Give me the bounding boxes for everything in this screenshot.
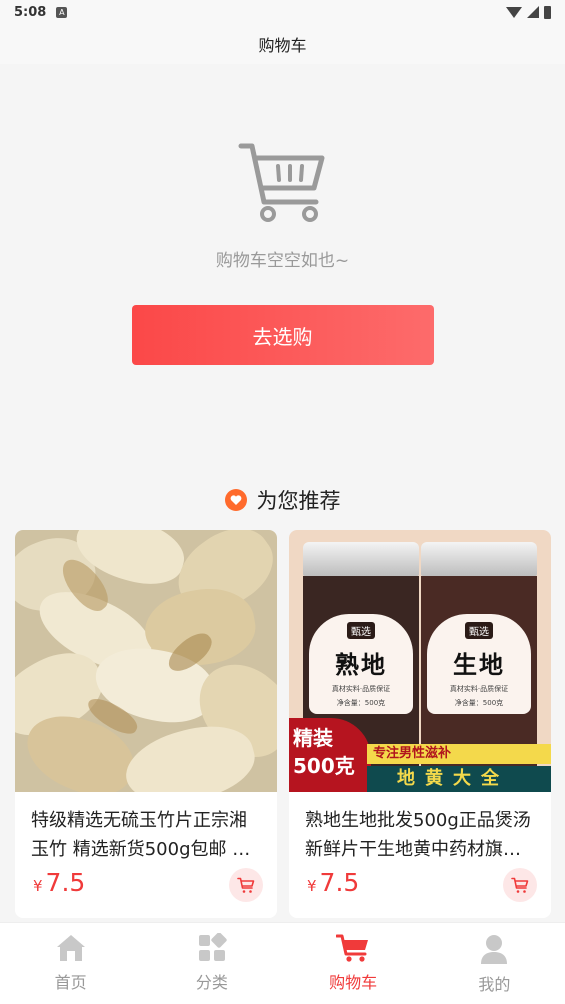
jar-weight: 净含量：500克 <box>454 699 504 707</box>
jar-tag: 甄选 <box>347 622 375 639</box>
add-to-cart-button[interactable] <box>229 868 263 902</box>
jar-name: 生地 <box>453 651 505 679</box>
promo-badge: 精装 500克 <box>289 718 371 792</box>
recommend-title: 为您推荐 <box>0 484 565 516</box>
recommend-list: 特级精选无硫玉竹片正宗湘玉竹 精选新货500g包邮 … ¥ 7.5 甄选 熟地 <box>15 530 551 918</box>
status-indicators <box>506 5 551 19</box>
nav-mine-label: 我的 <box>478 975 511 994</box>
product-price: ¥ 7.5 <box>33 868 85 897</box>
heart-icon <box>224 489 247 511</box>
product-card[interactable]: 甄选 熟地 真材实料·品质保证 净含量：500克 甄选 生地 真材实料·品质保证… <box>289 530 551 918</box>
page-title: 购物车 <box>258 36 307 55</box>
user-icon <box>481 935 508 964</box>
promo-badge-line1: 精装 <box>293 726 333 750</box>
product-image <box>15 530 277 792</box>
jar-name: 熟地 <box>335 651 387 679</box>
bottom-nav: 首页 分类 购物车 我的 <box>0 922 565 1004</box>
jar-weight: 净含量：500克 <box>336 699 386 707</box>
category-icon <box>198 933 227 961</box>
price-currency: ¥ <box>33 877 43 895</box>
status-time: 5:08 <box>14 4 47 20</box>
cart-icon <box>336 934 369 962</box>
empty-cart-icon <box>238 143 324 222</box>
go-shopping-button[interactable]: 去选购 <box>131 305 434 365</box>
nav-category[interactable]: 分类 <box>141 923 282 1004</box>
promo-strip-teal: 地黄大全 <box>367 766 551 792</box>
product-price: ¥ 7.5 <box>307 868 359 897</box>
cart-icon <box>511 877 529 893</box>
recommend-title-text: 为您推荐 <box>256 489 341 513</box>
promo-badge-line2: 500克 <box>293 754 355 778</box>
home-icon <box>56 935 85 961</box>
product-card[interactable]: 特级精选无硫玉竹片正宗湘玉竹 精选新货500g包邮 … ¥ 7.5 <box>15 530 277 918</box>
status-bar: 5:08 A <box>0 0 565 24</box>
wifi-icon <box>506 6 522 18</box>
product-image: 甄选 熟地 真材实料·品质保证 净含量：500克 甄选 生地 真材实料·品质保证… <box>289 530 551 792</box>
notification-icon: A <box>56 6 68 18</box>
nav-home[interactable]: 首页 <box>0 923 141 1004</box>
nav-cart[interactable]: 购物车 <box>283 923 424 1004</box>
nav-category-label: 分类 <box>195 973 228 992</box>
page-header: 购物车 <box>0 24 565 64</box>
battery-icon <box>544 5 551 19</box>
price-value: 7.5 <box>319 868 360 897</box>
jar-small-text: 真材实料·品质保证 <box>331 685 391 693</box>
empty-cart-message: 购物车空空如也~ <box>215 251 350 271</box>
price-value: 7.5 <box>45 868 86 897</box>
cart-icon <box>237 877 255 893</box>
empty-cart-section: 购物车空空如也~ 去选购 <box>0 64 565 464</box>
nav-home-label: 首页 <box>54 973 87 992</box>
price-currency: ¥ <box>307 877 317 895</box>
promo-strip-yellow: 专注男性滋补 <box>367 744 551 764</box>
nav-mine[interactable]: 我的 <box>424 923 565 1004</box>
jar-small-text: 真材实料·品质保证 <box>449 685 509 693</box>
add-to-cart-button[interactable] <box>503 868 537 902</box>
jar-tag: 甄选 <box>465 622 493 639</box>
signal-icon <box>527 6 539 18</box>
nav-cart-label: 购物车 <box>329 973 378 992</box>
product-name: 特级精选无硫玉竹片正宗湘玉竹 精选新货500g包邮 … <box>31 810 251 860</box>
product-name: 熟地生地批发500g正品煲汤新鲜片干生地黄中药材旗… <box>305 810 531 860</box>
